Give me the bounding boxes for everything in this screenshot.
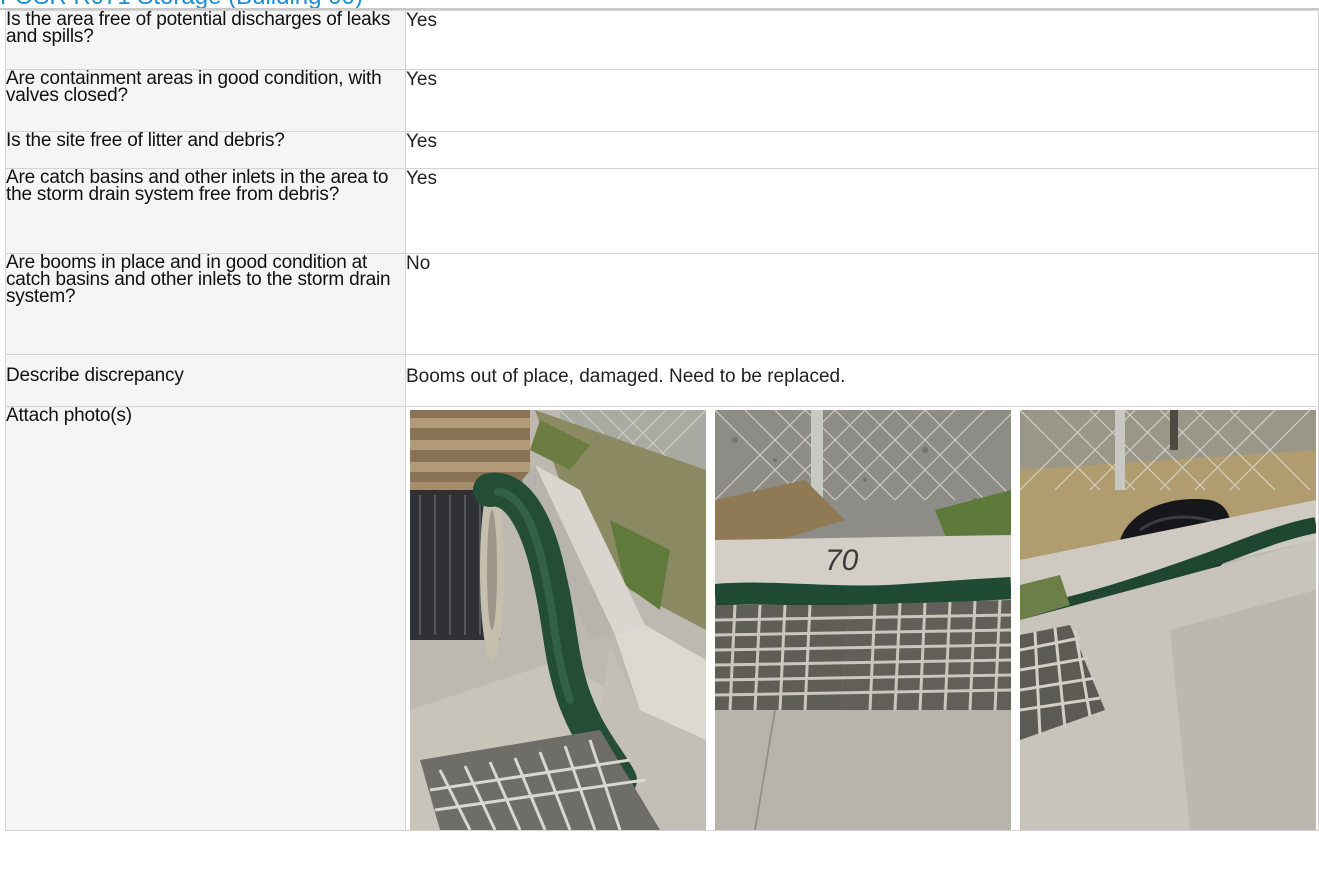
table-row: Describe discrepancy Booms out of place,… <box>5 354 1319 407</box>
table-row: Are containment areas in good condition,… <box>5 69 1319 132</box>
question-cell: Is the area free of potential discharges… <box>5 10 406 70</box>
answer-cell: Yes <box>405 131 1319 169</box>
section-title: FOSR R071 Storage (Building 00) <box>0 0 1319 8</box>
inspection-page: FOSR R071 Storage (Building 00) Is the a… <box>0 0 1319 877</box>
table-row: Are catch basins and other inlets in the… <box>5 168 1319 254</box>
answer-cell: No <box>405 253 1319 355</box>
answer-cell: Yes <box>405 69 1319 132</box>
question-cell: Are booms in place and in good condition… <box>5 253 406 355</box>
question-cell: Are containment areas in good condition,… <box>5 69 406 132</box>
photos-cell: 70 <box>405 406 1319 831</box>
answer-cell: Yes <box>405 10 1319 70</box>
question-cell: Attach photo(s) <box>5 406 406 831</box>
curb-stencil: 70 <box>825 544 859 577</box>
question-cell: Describe discrepancy <box>5 354 406 407</box>
inspection-table: Is the area free of potential discharges… <box>5 10 1319 831</box>
table-row: Attach photo(s) 70 <box>5 406 1319 831</box>
answer-cell: Booms out of place, damaged. Need to be … <box>405 354 1319 407</box>
photo-gallery: 70 <box>410 410 1318 830</box>
photo-1[interactable] <box>410 410 706 830</box>
answer-cell: Yes <box>405 168 1319 254</box>
question-cell: Is the site free of litter and debris? <box>5 131 406 169</box>
photo-2[interactable]: 70 <box>715 410 1011 830</box>
question-cell: Are catch basins and other inlets in the… <box>5 168 406 254</box>
table-row: Are booms in place and in good condition… <box>5 253 1319 355</box>
table-row: Is the area free of potential discharges… <box>5 10 1319 70</box>
photo-3[interactable] <box>1020 410 1316 830</box>
table-row: Is the site free of litter and debris? Y… <box>5 131 1319 169</box>
